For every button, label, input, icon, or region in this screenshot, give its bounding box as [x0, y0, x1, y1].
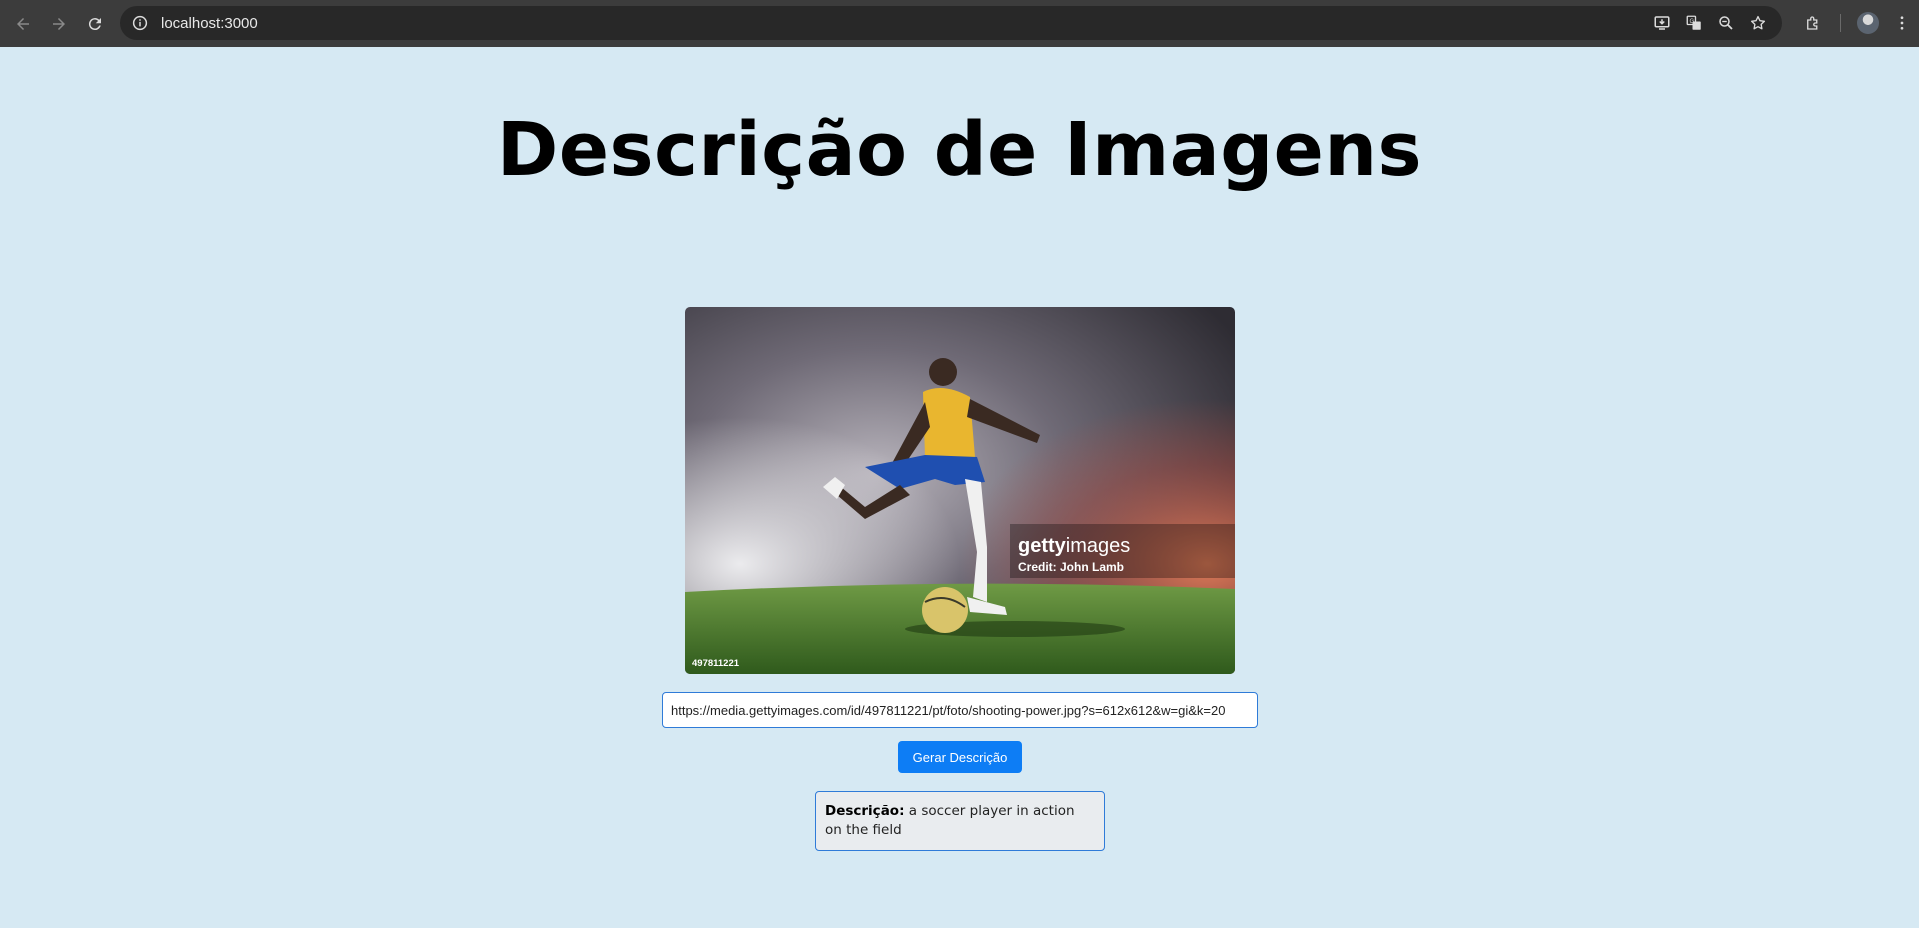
- profile-avatar[interactable]: [1857, 12, 1879, 34]
- preview-image: gettyimages Credit: John Lamb 497811221: [685, 307, 1235, 674]
- back-icon[interactable]: [6, 7, 40, 41]
- zoom-icon[interactable]: [1710, 7, 1742, 39]
- image-url-input[interactable]: [662, 692, 1258, 728]
- svg-text:gettyimages: gettyimages: [1018, 535, 1130, 557]
- watermark-brand-light: images: [1066, 535, 1130, 557]
- description-label: Descrição:: [825, 803, 905, 819]
- browser-toolbar: localhost:3000 G: [0, 0, 1919, 47]
- forward-icon[interactable]: [42, 7, 76, 41]
- watermark-credit: Credit: John Lamb: [1018, 560, 1124, 574]
- generate-description-button[interactable]: Gerar Descrição: [898, 741, 1022, 773]
- reload-icon[interactable]: [78, 7, 112, 41]
- description-result: Descrição: a soccer player in action on …: [815, 791, 1105, 851]
- toolbar-divider: [1840, 14, 1841, 32]
- address-bar[interactable]: localhost:3000 G: [120, 6, 1782, 40]
- site-info-icon[interactable]: [123, 6, 157, 40]
- address-url[interactable]: localhost:3000: [161, 15, 258, 32]
- install-app-icon[interactable]: [1646, 7, 1678, 39]
- watermark-brand: getty: [1018, 535, 1067, 557]
- svg-text:G: G: [1690, 19, 1695, 25]
- bookmark-star-icon[interactable]: [1742, 7, 1774, 39]
- extensions-icon[interactable]: [1796, 6, 1830, 40]
- menu-icon[interactable]: [1885, 6, 1919, 40]
- page-title: Descrição de Imagens: [496, 107, 1423, 193]
- translate-icon[interactable]: G: [1678, 7, 1710, 39]
- image-id-label: 497811221: [692, 658, 740, 669]
